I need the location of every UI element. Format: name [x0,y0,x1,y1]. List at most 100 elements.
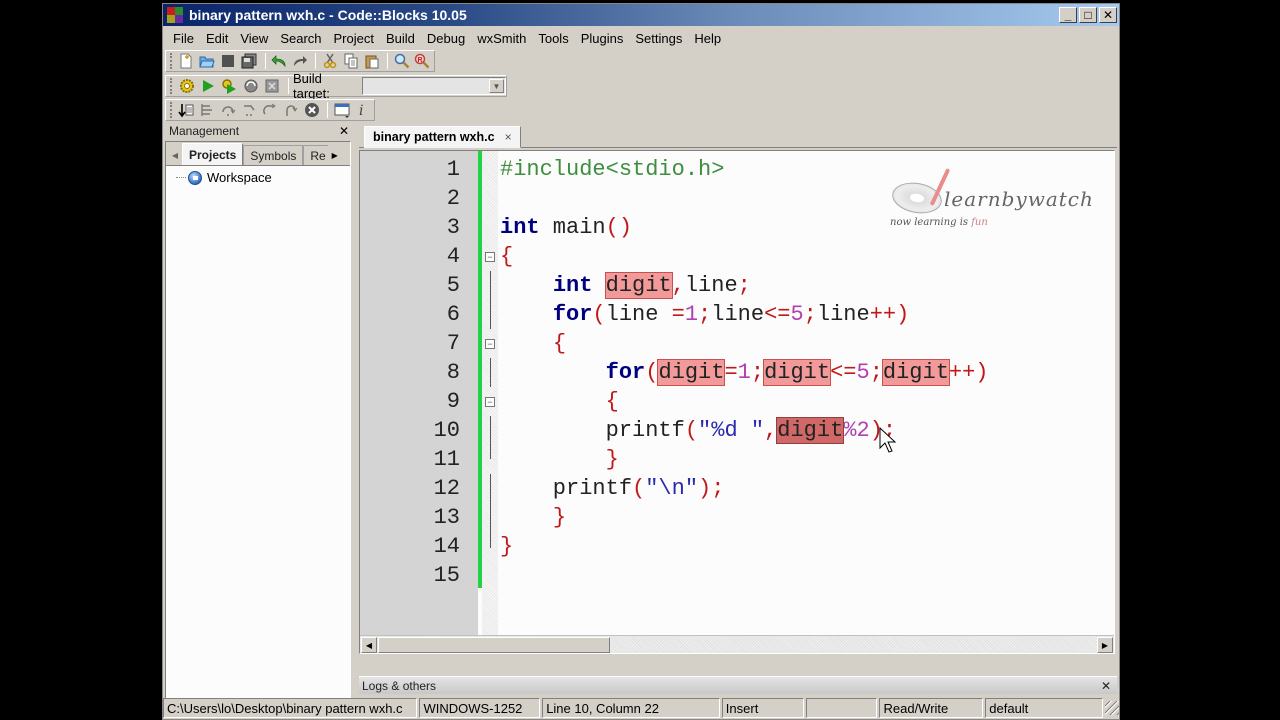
horizontal-scrollbar[interactable]: ◀ ▶ [360,635,1114,653]
menu-debug[interactable]: Debug [421,31,471,46]
cut-icon[interactable] [320,52,339,70]
window-title: binary pattern wxh.c - Code::Blocks 10.0… [189,7,467,23]
fold-line [490,358,491,387]
code-line: 4 − { [360,242,1114,271]
rebuild-icon[interactable] [241,77,260,95]
main-toolbar: R [165,50,435,72]
run-to-cursor-icon[interactable] [198,101,217,119]
run-icon[interactable] [198,77,217,95]
info-icon[interactable]: i [353,101,372,119]
code-editor[interactable]: learnbywatch now learning is fun 1 #incl… [359,150,1115,654]
menu-project[interactable]: Project [328,31,380,46]
menu-wxsmith[interactable]: wxSmith [471,31,532,46]
code-text: int main() [500,215,633,240]
next-instruction-icon[interactable] [281,101,300,119]
copy-icon[interactable] [341,52,360,70]
paste-icon[interactable] [362,52,381,70]
new-file-icon[interactable] [177,52,196,70]
code-line: 2 [360,184,1114,213]
status-cursor-position: Line 10, Column 22 [542,698,720,718]
editor-tab-file[interactable]: binary pattern wxh.c × [364,126,521,148]
logs-title: Logs & others [362,678,437,693]
next-line-icon[interactable] [219,101,238,119]
management-title: Management [169,123,240,138]
code-text: #include<stdio.h> [500,157,725,182]
tab-scroll-right-icon[interactable]: ▶ [328,145,342,165]
management-panel: Management ✕ ◀ Projects Symbols Re ▶ Wor… [165,122,353,702]
save-all-icon[interactable] [240,52,259,70]
close-button[interactable]: ✕ [1099,7,1117,23]
debug-windows-icon[interactable] [332,101,351,119]
line-number: 6 [446,302,460,327]
stop-debug-icon[interactable] [302,101,321,119]
title-bar[interactable]: binary pattern wxh.c - Code::Blocks 10.0… [163,4,1119,26]
line-number: 1 [446,157,460,182]
toolbar-grip[interactable] [170,102,173,118]
chevron-down-icon[interactable]: ▼ [488,79,504,93]
menu-tools[interactable]: Tools [532,31,574,46]
fold-collapse-icon[interactable]: − [485,251,495,262]
menu-plugins[interactable]: Plugins [575,31,630,46]
debug-icon[interactable] [177,101,196,119]
code-text: } [500,534,514,559]
menu-file[interactable]: File [167,31,200,46]
line-number: 9 [446,389,460,414]
build-target-select[interactable]: ▼ [362,77,506,95]
code-line: 8 for(digit=1;digit<=5;digit++) [360,358,1114,387]
fold-collapse-icon[interactable]: − [485,396,495,407]
scroll-right-icon[interactable]: ▶ [1097,637,1113,653]
minimize-button[interactable]: _ [1059,7,1077,23]
code-line: 6 for(line =1;line<=5;line++) [360,300,1114,329]
toolbar-grip[interactable] [170,53,173,69]
build-icon[interactable] [177,77,196,95]
scrollbar-thumb[interactable] [378,637,610,653]
find-icon[interactable] [392,52,411,70]
redo-icon[interactable] [290,52,309,70]
tab-projects[interactable]: Projects [182,143,244,165]
tab-resources[interactable]: Re [303,145,328,165]
workspace-icon [188,170,202,185]
open-icon[interactable] [198,52,217,70]
menu-edit[interactable]: Edit [200,31,234,46]
maximize-button[interactable]: □ [1079,7,1097,23]
menu-search[interactable]: Search [274,31,327,46]
status-file-path: C:\Users\lo\Desktop\binary pattern wxh.c [163,698,418,718]
tree-item-workspace[interactable]: Workspace [176,170,350,185]
mouse-pointer-icon [879,427,897,453]
svg-text:i: i [359,103,363,118]
tab-close-icon[interactable]: × [505,130,512,144]
code-line: 12 printf("\n"); [360,474,1114,503]
line-number: 10 [433,418,460,443]
menu-help[interactable]: Help [688,31,727,46]
line-number: 11 [433,447,460,472]
workspace-label: Workspace [207,170,272,185]
undo-icon[interactable] [270,52,289,70]
toolbar-grip[interactable] [170,78,173,94]
menu-settings[interactable]: Settings [629,31,688,46]
fold-line [490,532,491,548]
logs-close-icon[interactable]: ✕ [1101,679,1111,693]
code-text: { [500,244,514,269]
toolbar-separator [387,53,389,69]
abort-icon[interactable] [263,77,282,95]
resize-grip-icon[interactable] [1105,701,1119,715]
tab-symbols[interactable]: Symbols [243,145,304,165]
tab-scroll-left-icon[interactable]: ◀ [168,145,182,165]
code-text: int digit,line; [552,272,751,299]
step-out-icon[interactable] [261,101,280,119]
code-line: 11 } [360,445,1114,474]
scroll-left-icon[interactable]: ◀ [361,637,377,653]
step-into-icon[interactable] [240,101,259,119]
save-icon[interactable] [219,52,238,70]
menu-view[interactable]: View [234,31,274,46]
menu-build[interactable]: Build [380,31,421,46]
replace-icon[interactable]: R [413,52,432,70]
build-run-icon[interactable] [220,77,239,95]
toolbar-separator [327,102,329,118]
fold-collapse-icon[interactable]: − [485,338,495,349]
build-target-label: Build target: [293,71,330,101]
management-close-icon[interactable]: ✕ [339,124,349,138]
code-text: } [552,505,567,530]
logs-panel-header[interactable]: Logs & others ✕ [359,676,1117,694]
fold-line [490,474,491,503]
